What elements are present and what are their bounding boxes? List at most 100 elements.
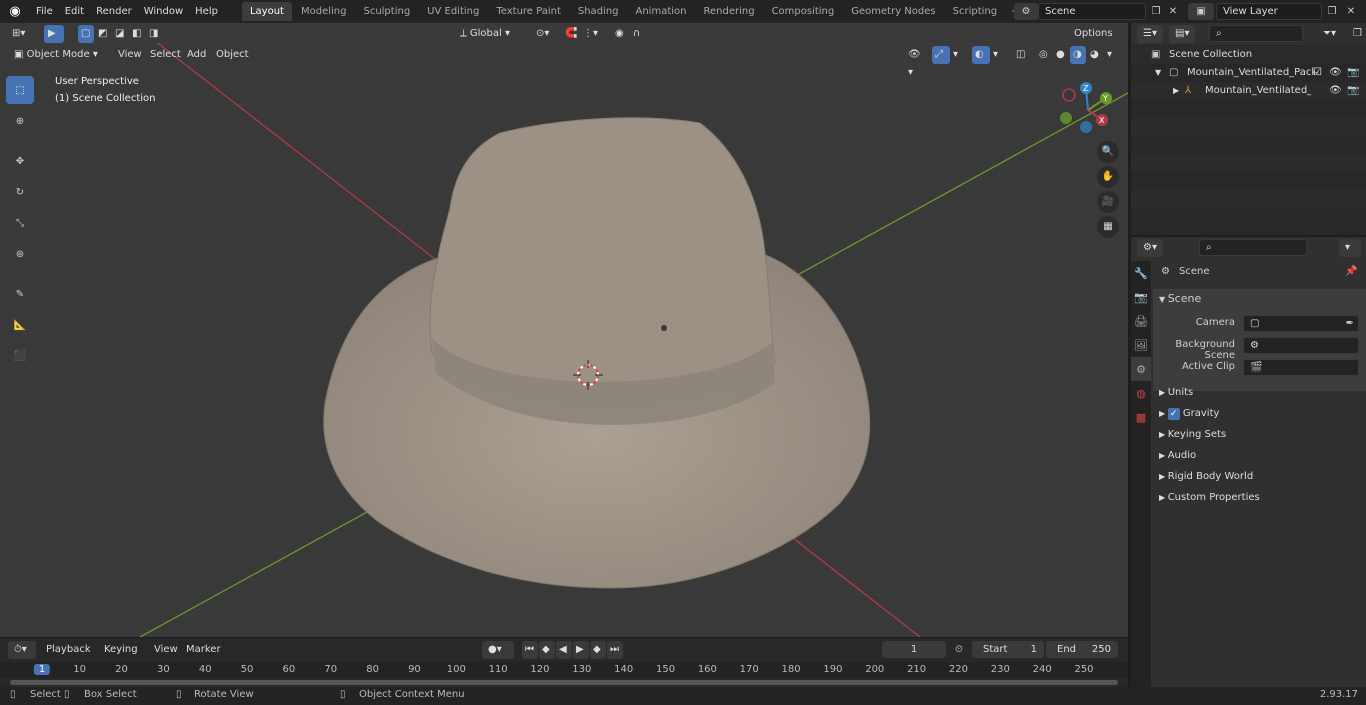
scene-panel-header[interactable]: ▼ Scene [1159,292,1201,305]
pin-icon[interactable]: 📌 [1345,262,1357,282]
tab-modeling[interactable]: Modeling [293,2,355,21]
outliner-root-row[interactable]: ▣ Scene Collection [1131,46,1366,64]
properties-options-icon[interactable]: ▾ [1339,239,1361,257]
transform-icon[interactable]: ⊛ [6,240,34,268]
add-cube-icon[interactable]: ⬛ [6,342,34,370]
select-mode-extend-icon[interactable]: ◩ [95,25,111,43]
move-icon[interactable]: ✥ [6,147,34,175]
transform-orientation-dropdown[interactable]: ⟂ Global ▾ [454,25,524,43]
proportional-edit-icon[interactable]: ◉ [612,25,628,43]
tab-uv-editing[interactable]: UV Editing [419,2,487,21]
shading-solid-icon[interactable]: ● [1053,46,1069,64]
falloff-icon[interactable]: ∩ [630,25,654,43]
collapse-arrow-icon[interactable]: ▶ [1173,82,1179,100]
tab-geometry-nodes[interactable]: Geometry Nodes [843,2,943,21]
marker-menu[interactable]: Marker [180,641,227,659]
units-panel[interactable]: ▶ Units [1159,384,1359,402]
end-frame-field[interactable]: End 250 [1046,641,1118,658]
audio-panel[interactable]: ▶ Audio [1159,447,1359,465]
rigid-body-panel[interactable]: ▶ Rigid Body World [1159,468,1359,486]
menu-edit[interactable]: Edit [59,0,90,23]
outliner-item-row[interactable]: ▼ ▢ Mountain_Ventilated_Packer_ ☑ 👁 📷 [1131,64,1366,82]
scene-icon[interactable]: ⚙ [1014,3,1038,20]
gravity-panel[interactable]: ▶ ✓ Gravity [1159,405,1359,423]
snap-icon[interactable]: 🧲 [562,25,578,43]
output-tab-icon[interactable]: 🖨 [1131,309,1151,333]
camera-view-icon[interactable]: 🎥 [1097,191,1119,213]
outliner-search-input[interactable]: ⌕ [1209,25,1303,42]
object-menu[interactable]: Object [210,46,255,64]
navigation-gizmo[interactable]: Z Y X [1058,80,1118,140]
timeline-scrollbar[interactable] [10,680,1118,685]
start-frame-field[interactable]: Start 1 [972,641,1044,658]
tab-sculpting[interactable]: Sculpting [355,2,418,21]
expand-arrow-icon[interactable]: ▼ [1155,64,1161,82]
eye-icon[interactable]: 👁 [1329,64,1342,82]
tab-layout[interactable]: Layout [241,2,292,21]
view-layer-icon[interactable]: ▣ [1188,3,1214,20]
gravity-checkbox[interactable]: ✓ [1167,408,1180,420]
exclude-checkbox-icon[interactable]: ☑ [1313,64,1322,82]
overlay-toggle-icon[interactable]: ◐ [972,46,990,64]
eyedropper-icon[interactable]: ✒ [1346,316,1354,331]
menu-render[interactable]: Render [90,0,138,23]
eye-icon[interactable]: 👁 [1329,82,1342,100]
measure-icon[interactable]: 📐 [6,311,34,339]
jump-keyframe-back-icon[interactable]: ◆ [539,641,555,659]
add-menu[interactable]: Add [181,46,212,64]
camera-render-icon[interactable]: 📷 [1347,82,1359,100]
menu-file[interactable]: File [30,0,59,23]
camera-field[interactable]: ▢ ✒ [1243,315,1359,332]
display-mode-icon[interactable]: ▤▾ [1169,25,1195,43]
new-scene-icon[interactable]: ❐ [1148,3,1164,20]
view-layer-field[interactable]: View Layer [1216,3,1322,20]
scene-tab-icon[interactable]: ⚙ [1131,357,1151,381]
snap-target-icon[interactable]: ⋮▾ [580,25,606,43]
auto-key-icon[interactable]: ●▾ [482,641,514,659]
jump-keyframe-forward-icon[interactable]: ◆ [590,641,606,659]
object-mode-dropdown[interactable]: ▣ Object Mode ▾ [8,46,106,64]
tab-compositing[interactable]: Compositing [764,2,843,21]
visibility-icon[interactable]: 👁▾ [902,46,930,78]
shading-wireframe-icon[interactable]: ◎ [1036,46,1052,64]
menu-window[interactable]: Window [138,0,189,23]
keying-menu[interactable]: Keying ▾ [98,641,146,673]
view-layer-tab-icon[interactable]: 🖼 [1131,333,1151,357]
current-frame-marker[interactable]: 1 [33,664,51,675]
view-menu[interactable]: View [112,46,148,64]
jump-start-icon[interactable]: ⏮ [522,641,538,659]
select-mode-intersect-icon[interactable]: ◨ [146,25,162,43]
pivot-icon[interactable]: ⊙▾ [530,25,558,43]
overlay-dropdown-icon[interactable]: ▾ [991,46,1005,64]
tab-scripting[interactable]: Scripting [945,2,1005,21]
tab-animation[interactable]: Animation [628,2,695,21]
3d-viewport[interactable]: ⬚ ⊕ ✥ ↻ ⤡ ⊛ ✎ 📐 ⬛ User Perspective (1) S… [0,23,1128,637]
scale-icon[interactable]: ⤡ [6,209,34,237]
select-mode-subtract-icon[interactable]: ◪ [112,25,128,43]
timeline-view-menu[interactable]: View [148,641,184,659]
select-mode-new-icon[interactable]: ▢ [78,25,94,43]
ortho-grid-icon[interactable]: ▦ [1097,216,1119,238]
zoom-icon[interactable]: 🔍 [1097,141,1119,163]
tab-shading[interactable]: Shading [570,2,627,21]
new-collection-icon[interactable]: ❐ [1347,25,1365,43]
jump-end-icon[interactable]: ⏭ [607,641,623,659]
annotate-icon[interactable]: ✎ [6,280,34,308]
gizmo-toggle-icon[interactable]: ⤢ [932,46,950,64]
menu-help[interactable]: Help [189,0,224,23]
camera-render-icon[interactable]: 📷 [1347,64,1359,82]
frame-ruler[interactable]: 1 10 20 30 40 50 60 70 80 90 100 110 120 130 140 150 160… [0,662,1128,678]
gizmo-dropdown-icon[interactable]: ▾ [951,46,965,64]
outliner-editor-icon[interactable]: ☰▾ [1137,25,1163,43]
custom-properties-panel[interactable]: ▶ Custom Properties [1159,489,1359,507]
xray-icon[interactable]: ◫ [1013,46,1031,64]
play-icon[interactable]: ▶ [573,641,589,659]
delete-scene-icon[interactable]: ✕ [1166,3,1180,20]
current-frame-field[interactable]: 1 [882,641,946,658]
play-reverse-icon[interactable]: ◀ [556,641,572,659]
blender-logo-icon[interactable]: ◉ [0,4,30,19]
timeline-editor-icon[interactable]: ⏱▾ [8,641,36,659]
select-mode-invert-icon[interactable]: ◧ [129,25,145,43]
background-scene-field[interactable]: ⚙ [1243,337,1359,354]
options-button[interactable]: Options ▾ [1068,25,1124,57]
